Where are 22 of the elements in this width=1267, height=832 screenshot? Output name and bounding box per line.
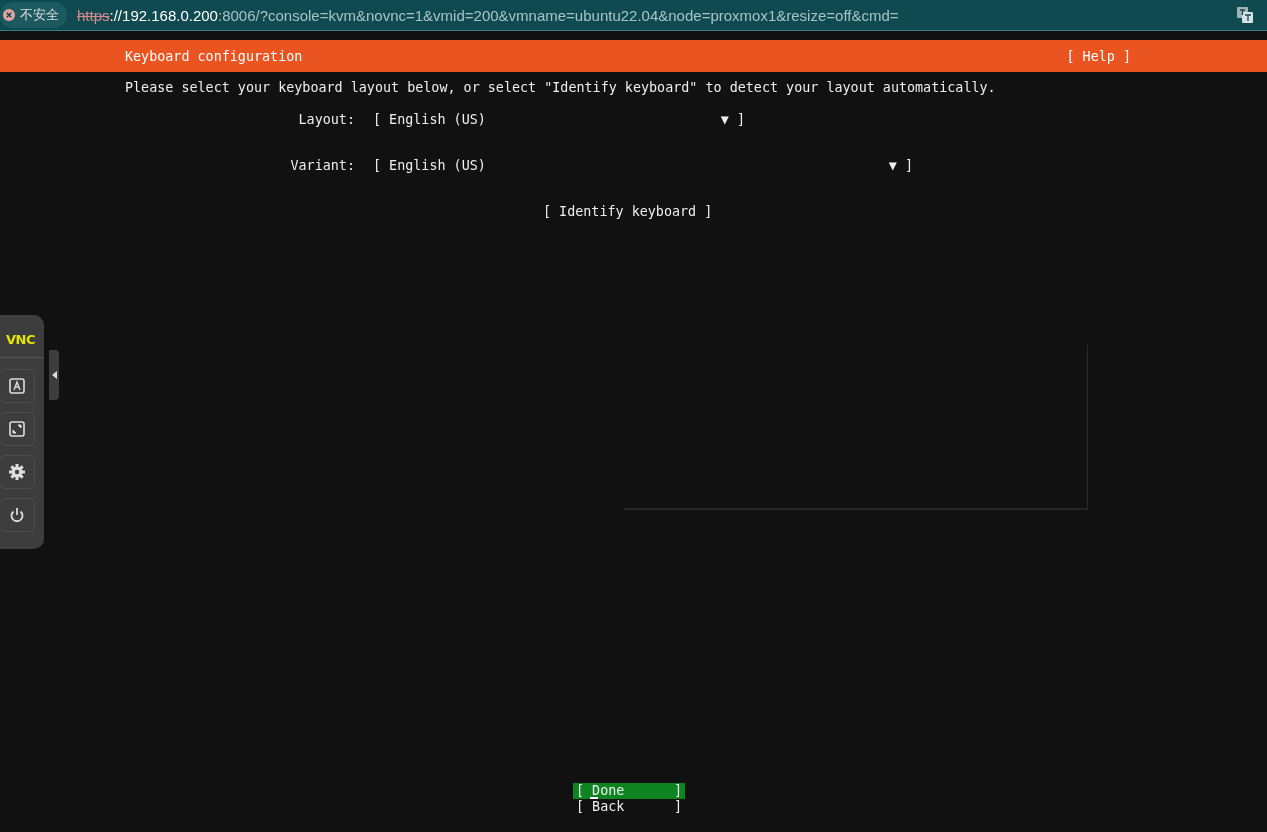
fullscreen-icon [7, 419, 27, 439]
settings-icon [7, 462, 27, 482]
field-label: Layout: [297, 112, 356, 127]
instruction-text: Please select your keyboard layout below, or select "Identify keyboard" to detect your layout automatically. [125, 80, 997, 97]
dropdown[interactable]: [ English (US) ▼ ] [373, 112, 745, 127]
security-badge[interactable]: 不安全 [0, 2, 67, 28]
panel-handle[interactable] [49, 350, 59, 400]
novnc-logo: VNC [6, 333, 35, 347]
translate-icon[interactable] [1236, 6, 1254, 24]
keyboard-icon [7, 376, 27, 396]
url-text[interactable]: https://192.168.0.200:8006/?console=kvm&novnc=1&vmid=200&vmname=ubuntu22.04&node=proxmox1&resize=off&cmd= [77, 6, 899, 24]
security-label: 不安全 [20, 6, 59, 24]
identify-keyboard-button[interactable]: [ Identify keyboard ] [543, 204, 713, 219]
screen-title: Keyboard configuration [125, 48, 303, 64]
dropdown[interactable]: [ English (US) ▼ ] [373, 158, 913, 173]
text-cursor [590, 797, 598, 799]
help-button[interactable]: [ Help ] [1066, 48, 1131, 64]
field-label: Variant: [289, 158, 356, 173]
footer-button[interactable]: [ Back ] [573, 799, 685, 815]
warning-icon [3, 9, 15, 21]
collapse-icon [51, 371, 57, 379]
footer-button[interactable]: [ Done ] [573, 783, 685, 799]
